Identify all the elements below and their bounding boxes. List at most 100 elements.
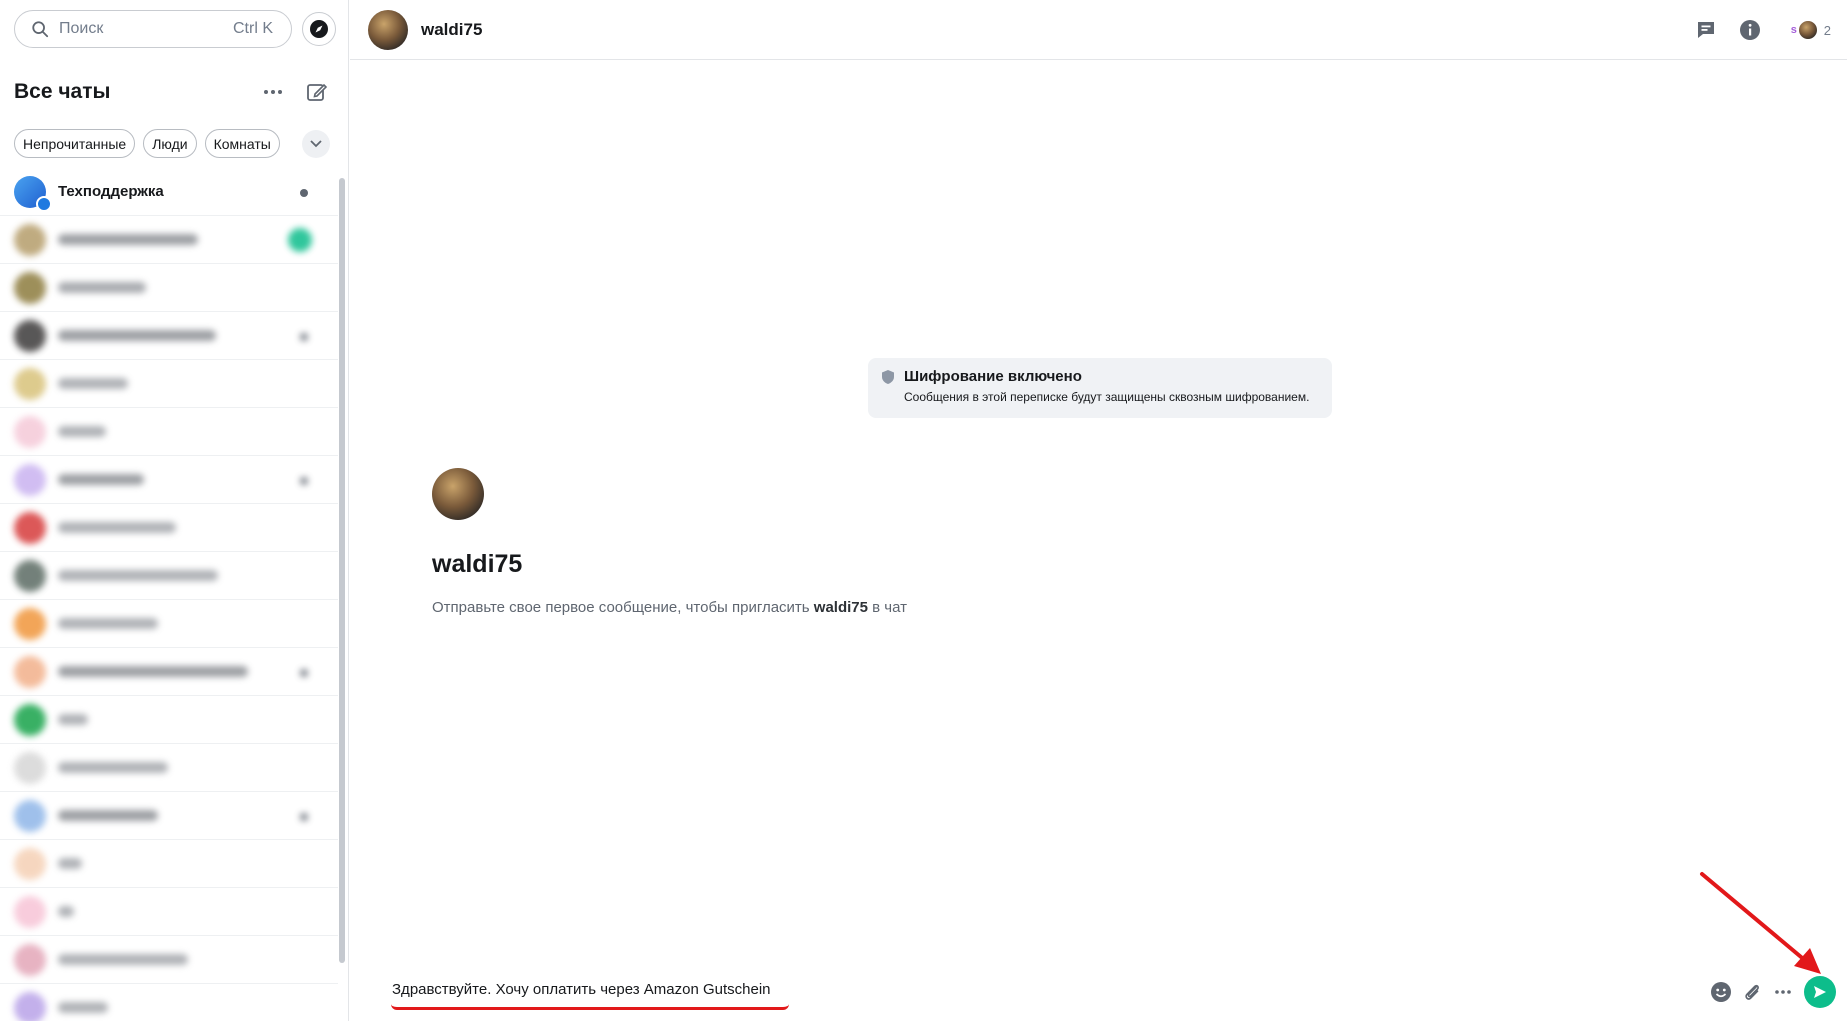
room-avatar: [14, 559, 46, 592]
room-name-redacted: [58, 858, 82, 869]
intro-text: Отправьте свое первое сообщение, чтобы п…: [432, 599, 1332, 616]
room-avatar: [14, 175, 52, 212]
send-icon: [1814, 986, 1826, 998]
room-avatar: [14, 463, 46, 496]
compose-icon: [307, 83, 328, 101]
room-avatar: [14, 703, 46, 736]
left-panel: Поиск Ctrl K Все чаты Непрочитанные Люди…: [0, 0, 349, 1021]
room-item-obscured[interactable]: [0, 312, 338, 360]
threads-button[interactable]: [1690, 14, 1722, 46]
room-list-title: Все чаты: [14, 80, 111, 103]
room-item-obscured[interactable]: [0, 936, 338, 984]
intro-text-after: в чат: [868, 599, 908, 616]
search-icon: [32, 21, 49, 38]
room-filters: Непрочитанные Люди Комнаты: [14, 129, 330, 158]
ellipsis-icon: [1775, 990, 1791, 994]
room-avatar: [14, 895, 46, 928]
message-input[interactable]: Здравствуйте. Хочу оплатить через Amazon…: [392, 981, 771, 998]
room-avatar: [14, 415, 46, 448]
room-item-obscured[interactable]: [0, 216, 338, 264]
compose-button[interactable]: [300, 75, 334, 109]
room-name-redacted: [58, 618, 158, 629]
encryption-notice: Шифрование включено Сообщения в этой пер…: [868, 358, 1332, 418]
room-avatar: [14, 655, 46, 688]
room-name-redacted: [58, 330, 216, 341]
unread-dot: [300, 333, 308, 341]
room-avatar: [14, 799, 46, 832]
room-name-redacted: [58, 954, 188, 965]
intro-text-user: waldi75: [813, 599, 868, 616]
encryption-subtitle: Сообщения в этой переписке будут защищен…: [904, 390, 1310, 404]
room-name-redacted: [58, 474, 144, 485]
room-avatar: [14, 223, 46, 256]
room-item-obscured[interactable]: [0, 984, 338, 1021]
room-item-obscured[interactable]: [0, 744, 338, 792]
compass-icon: [310, 20, 328, 38]
room-avatar: [14, 991, 46, 1021]
room-header-name[interactable]: waldi75: [421, 20, 482, 40]
room-item-support[interactable]: Техподдержка: [0, 168, 338, 216]
intro-text-before: Отправьте свое первое сообщение, чтобы п…: [432, 599, 814, 616]
room-item-obscured[interactable]: [0, 456, 338, 504]
search-button[interactable]: Поиск Ctrl K: [14, 10, 292, 48]
annotation-underline: [391, 1004, 789, 1010]
room-item-obscured[interactable]: [0, 552, 338, 600]
room-list-options-button[interactable]: [256, 75, 290, 109]
room-item-obscured[interactable]: [0, 504, 338, 552]
encryption-title-row: Шифрование включено: [880, 368, 1320, 385]
unread-dot: [300, 189, 308, 197]
member-count: 2: [1823, 22, 1831, 38]
room-item-obscured[interactable]: [0, 792, 338, 840]
room-list-scrollbar[interactable]: [339, 178, 345, 963]
room-name-redacted: [58, 1002, 108, 1013]
room-item-obscured[interactable]: [0, 360, 338, 408]
more-filters-button[interactable]: [301, 129, 330, 158]
attachment-button[interactable]: [1739, 979, 1765, 1005]
room-item-obscured[interactable]: [0, 648, 338, 696]
room-name-redacted: [58, 906, 74, 917]
room-header: waldi75 s 2: [350, 0, 1847, 60]
room-avatar: [14, 607, 46, 640]
room-name-redacted: [58, 282, 146, 293]
more-options-button[interactable]: [1770, 979, 1796, 1005]
room-item-obscured[interactable]: [0, 264, 338, 312]
room-item-obscured[interactable]: [0, 888, 338, 936]
room-header-actions: s 2: [1678, 14, 1831, 46]
intro-name: waldi75: [432, 550, 523, 578]
threads-icon: [1697, 22, 1714, 38]
room-item-obscured[interactable]: [0, 696, 338, 744]
room-name-redacted: [58, 570, 218, 581]
chevron-down-icon: [310, 139, 322, 147]
room-avatar: [14, 367, 46, 400]
unread-dot: [300, 477, 308, 485]
room-name-redacted: [58, 810, 158, 821]
room-avatar[interactable]: [368, 9, 408, 50]
search-shortcut: Ctrl K: [233, 20, 273, 37]
room-item-obscured[interactable]: [0, 600, 338, 648]
filter-unread[interactable]: Непрочитанные: [14, 129, 136, 158]
message-composer: Здравствуйте. Хочу оплатить через Amazon…: [350, 960, 1847, 1021]
member-avatar: [1797, 20, 1818, 40]
room-avatar: [14, 751, 46, 784]
shield-icon: [882, 369, 894, 384]
intro-avatar[interactable]: [432, 468, 484, 520]
explore-rooms-button[interactable]: [302, 12, 336, 46]
room-name: Техподдержка: [58, 183, 164, 200]
filter-rooms[interactable]: Комнаты: [204, 129, 280, 158]
room-avatar: [14, 511, 46, 544]
room-avatar: [14, 943, 46, 976]
room-info-button[interactable]: [1734, 14, 1766, 46]
room-avatar: [14, 319, 46, 352]
room-item-obscured[interactable]: [0, 840, 338, 888]
room-members-button[interactable]: s 2: [1783, 20, 1831, 40]
emoji-icon: [1711, 982, 1731, 1002]
filter-people[interactable]: Люди: [143, 129, 197, 158]
send-button[interactable]: [1804, 976, 1836, 1008]
room-name-redacted: [58, 234, 198, 245]
room-name-redacted: [58, 522, 176, 533]
emoji-button[interactable]: [1708, 979, 1734, 1005]
room-item-obscured[interactable]: [0, 408, 338, 456]
room-name-redacted: [58, 666, 248, 677]
ellipsis-icon: [264, 90, 282, 94]
info-icon: [1739, 20, 1760, 40]
